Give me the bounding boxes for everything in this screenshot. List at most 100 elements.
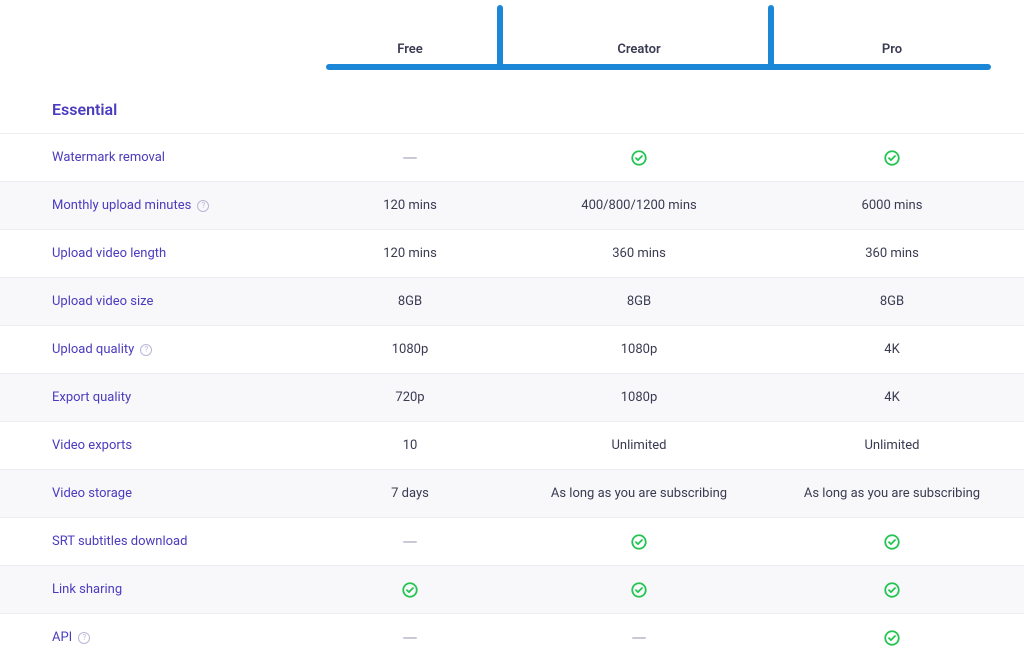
check-icon (510, 581, 768, 599)
cell-text: 8GB (627, 294, 651, 309)
cell-pro (768, 581, 1016, 599)
cell-pro (768, 149, 1016, 167)
feature-row: API? (0, 613, 1024, 661)
cell-pro: Unlimited (768, 438, 1016, 453)
cell-pro: 6000 mins (768, 198, 1016, 213)
cell-text: 360 mins (865, 246, 919, 261)
cell-text: Unlimited (865, 438, 920, 453)
cell-free: 8GB (310, 294, 510, 309)
cell-free (310, 630, 510, 645)
section-title: Essential (0, 80, 1024, 133)
feature-label-cell: Upload video size (0, 294, 310, 309)
feature-label-cell: Watermark removal (0, 150, 310, 165)
cell-text: 1080p (621, 342, 658, 357)
feature-label: Video exports (52, 438, 132, 453)
cell-pro (768, 629, 1016, 647)
cell-creator: Unlimited (510, 438, 768, 453)
cell-text: 400/800/1200 mins (581, 198, 696, 213)
cell-free (310, 150, 510, 165)
feature-label-cell: Video exports (0, 438, 310, 453)
feature-row: Monthly upload minutes? 120 mins 400/800/1… (0, 181, 1024, 229)
feature-label: Upload video length (52, 246, 166, 261)
pricing-comparison-table: Free Creator Pro Essential Watermark rem… (0, 20, 1024, 661)
feature-row: Link sharing (0, 565, 1024, 613)
cell-free (310, 581, 510, 599)
feature-row: Video storage 7 days As long as you are su… (0, 469, 1024, 517)
cell-text: 10 (403, 438, 418, 453)
cell-text: 7 days (391, 486, 429, 501)
dash-icon (403, 637, 417, 639)
feature-label: Upload quality (52, 342, 134, 357)
feature-label-cell: Link sharing (0, 582, 310, 597)
cell-pro: 4K (768, 342, 1016, 357)
check-icon (768, 533, 1016, 551)
feature-label-cell: API? (0, 630, 310, 645)
feature-row: Upload video length 120 mins 360 mins 360 m… (0, 229, 1024, 277)
cell-text: 8GB (880, 294, 904, 309)
feature-label: Link sharing (52, 582, 122, 597)
cell-text: 720p (395, 390, 424, 405)
cell-creator (510, 630, 768, 645)
cell-pro: As long as you are subscribing (768, 486, 1016, 501)
cell-text: 8GB (398, 294, 422, 309)
dash-icon (632, 637, 646, 639)
cell-free (310, 534, 510, 549)
cell-free: 1080p (310, 342, 510, 357)
feature-row: Video exports 10 Unlimited Unlimited (0, 421, 1024, 469)
dash-icon (403, 541, 417, 543)
feature-row: Upload quality?1080p1080p4K (0, 325, 1024, 373)
feature-label: Monthly upload minutes (52, 198, 191, 213)
plan-pro-header: Pro (768, 42, 1016, 57)
cell-free: 120 mins (310, 198, 510, 213)
cell-pro: 8GB (768, 294, 1016, 309)
cell-free: 10 (310, 438, 510, 453)
feature-label: Upload video size (52, 294, 153, 309)
cell-creator: 1080p (510, 342, 768, 357)
feature-label-cell: Upload video length (0, 246, 310, 261)
dash-icon (403, 157, 417, 159)
feature-label: Video storage (52, 486, 132, 501)
feature-row: Watermark removal (0, 133, 1024, 181)
cell-creator (510, 581, 768, 599)
plan-header-row: Free Creator Pro (0, 20, 1024, 80)
cell-creator: 360 mins (510, 246, 768, 261)
cell-text: Unlimited (612, 438, 667, 453)
cell-text: 4K (884, 390, 899, 405)
cell-pro: 4K (768, 390, 1016, 405)
plan-creator-header: Creator (510, 42, 768, 57)
info-icon[interactable]: ? (197, 200, 209, 212)
info-icon[interactable]: ? (78, 632, 90, 644)
cell-text: 360 mins (612, 246, 666, 261)
cell-creator (510, 533, 768, 551)
check-icon (768, 581, 1016, 599)
feature-label-cell: Export quality (0, 390, 310, 405)
cell-text: 120 mins (383, 246, 437, 261)
feature-label: Export quality (52, 390, 131, 405)
cell-text: As long as you are subscribing (551, 486, 727, 501)
info-icon[interactable]: ? (140, 344, 152, 356)
feature-label-cell: SRT subtitles download (0, 534, 310, 549)
cell-free: 720p (310, 390, 510, 405)
plan-free-header: Free (310, 42, 510, 57)
cell-text: 6000 mins (862, 198, 923, 213)
cell-text: 120 mins (383, 198, 437, 213)
check-icon (768, 629, 1016, 647)
feature-label-cell: Video storage (0, 486, 310, 501)
cell-creator: 400/800/1200 mins (510, 198, 768, 213)
feature-label: API (52, 630, 72, 645)
feature-row: Export quality 720p 1080p 4K (0, 373, 1024, 421)
cell-creator (510, 149, 768, 167)
cell-text: 4K (884, 342, 899, 357)
feature-label-cell: Upload quality? (0, 342, 310, 357)
check-icon (310, 581, 510, 599)
cell-pro (768, 533, 1016, 551)
cell-free: 120 mins (310, 246, 510, 261)
cell-text: 1080p (621, 390, 658, 405)
cell-free: 7 days (310, 486, 510, 501)
feature-label: Watermark removal (52, 150, 165, 165)
cell-creator: As long as you are subscribing (510, 486, 768, 501)
feature-row: Upload video size 8GB 8GB 8GB (0, 277, 1024, 325)
feature-label: SRT subtitles download (52, 534, 187, 549)
cell-creator: 8GB (510, 294, 768, 309)
check-icon (510, 149, 768, 167)
